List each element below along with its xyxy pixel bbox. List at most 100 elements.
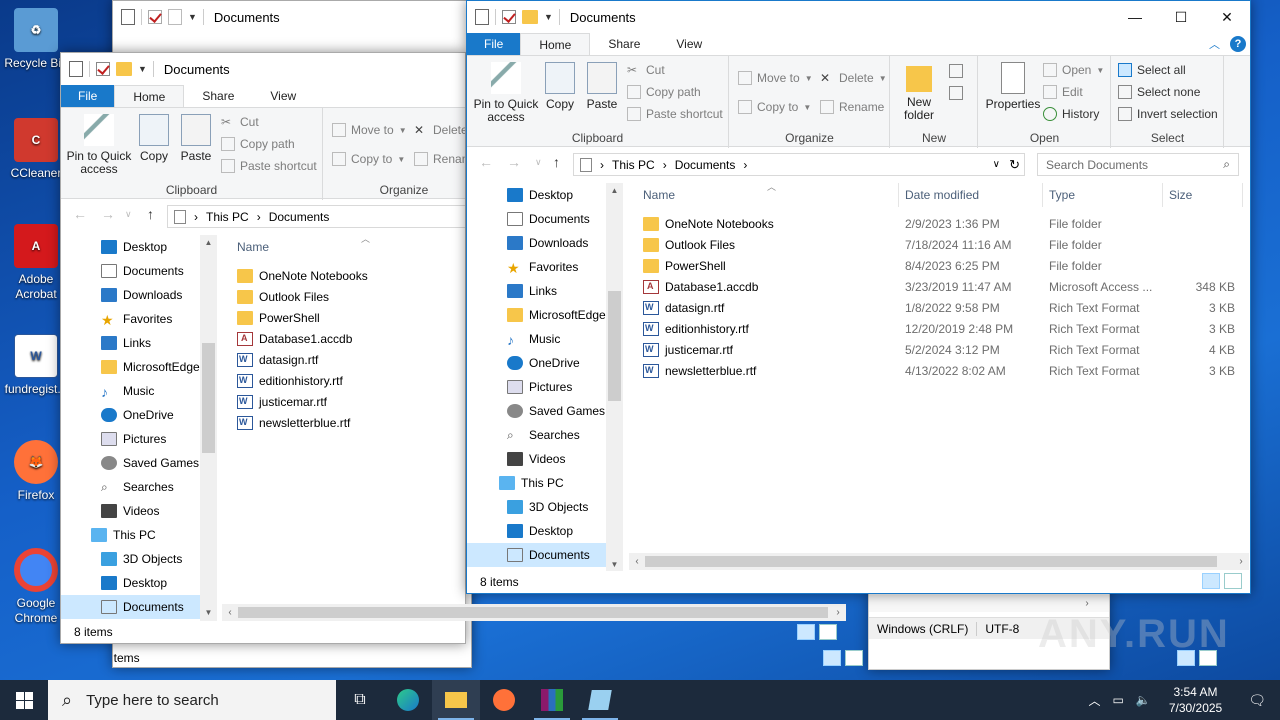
list-item[interactable]: justicemar.rtf — [223, 391, 465, 412]
properties-qa-icon[interactable] — [69, 61, 83, 77]
nav-item-pictures[interactable]: Pictures — [467, 375, 623, 399]
nav-item-onedrive[interactable]: OneDrive — [61, 403, 217, 427]
nav-item-music[interactable]: ♪ Music — [61, 379, 217, 403]
breadcrumb[interactable]: › This PC › Documents › ∨ ↻ — [573, 153, 1025, 176]
copy-path-button[interactable]: Copy path — [627, 85, 701, 99]
nav-item-downloads[interactable]: Downloads — [61, 283, 217, 307]
large-icons-view-button[interactable] — [845, 650, 863, 666]
tab-view[interactable]: View — [658, 33, 720, 55]
table-row[interactable]: Database1.accdb 3/23/2019 11:47 AM Microso… — [629, 276, 1249, 297]
scroll-down-arrow[interactable]: ▼ — [200, 605, 217, 621]
nav-item-documents-pc[interactable]: Documents — [467, 543, 623, 567]
tab-home[interactable]: Home — [520, 33, 591, 55]
nav-item-3d-objects[interactable]: 3D Objects — [61, 547, 217, 571]
forward-arrow-icon[interactable]: → — [101, 206, 115, 222]
recent-chevron-icon[interactable]: ∨ — [125, 209, 132, 220]
nav-item-videos[interactable]: Videos — [61, 499, 217, 523]
paste-button[interactable]: Paste — [177, 112, 215, 163]
checkmark-qa-icon[interactable] — [502, 10, 516, 24]
cut-button[interactable]: ✂ Cut — [221, 115, 259, 129]
nav-item-documents-pc[interactable]: Documents — [61, 595, 217, 619]
nav-item-desktop-pc[interactable]: Desktop — [61, 571, 217, 595]
nav-item-links[interactable]: Links — [61, 331, 217, 355]
taskbar-edge[interactable] — [384, 680, 432, 720]
address-dropdown-icon[interactable]: ∨ — [993, 159, 1000, 170]
nav-item-searches[interactable]: ⌕ Searches — [61, 475, 217, 499]
forward-arrow-icon[interactable]: → — [507, 154, 521, 170]
tab-share[interactable]: Share — [184, 85, 252, 107]
start-button[interactable] — [0, 680, 48, 720]
new-item-icon[interactable] — [949, 64, 963, 78]
nav-item-downloads[interactable]: Downloads — [467, 231, 623, 255]
column-header-name[interactable]: Name ︿ — [231, 235, 465, 259]
taskbar-search-input[interactable]: ⌕ Type here to search — [48, 680, 336, 720]
table-row[interactable]: editionhistory.rtf 12/20/2019 2:48 PM Rich… — [629, 318, 1249, 339]
copy-to-button[interactable]: Copy to ▼ — [738, 100, 811, 114]
scroll-left-arrow[interactable]: ‹ — [222, 604, 238, 621]
tab-view[interactable]: View — [252, 85, 314, 107]
collapse-ribbon-icon[interactable]: ︿ — [1209, 36, 1220, 52]
nav-item-microsoftedge[interactable]: MicrosoftEdge — [61, 355, 217, 379]
column-header-size[interactable]: Size — [1163, 183, 1243, 207]
nav-vertical-scrollbar[interactable]: ▲ ▼ — [200, 235, 217, 621]
nav-item-favorites[interactable]: ★ Favorites — [61, 307, 217, 331]
breadcrumb[interactable]: › This PC › Documents — [167, 205, 465, 228]
folder-qa-icon[interactable] — [522, 10, 538, 24]
maximize-button[interactable]: ☐ — [1158, 1, 1204, 33]
nav-item-desktop-pc[interactable]: Desktop — [467, 519, 623, 543]
move-to-button[interactable]: Move to ▼ — [332, 123, 407, 137]
scroll-left-arrow[interactable]: ‹ — [629, 553, 645, 570]
chevron-down-icon[interactable]: ▼ — [544, 12, 553, 22]
nav-item-this-pc[interactable]: This PC — [467, 471, 623, 495]
table-row[interactable]: datasign.rtf 1/8/2022 9:58 PM Rich Text Fo… — [629, 297, 1249, 318]
breadcrumb-this-pc[interactable]: This PC — [612, 158, 655, 172]
pin-to-quick-access-button[interactable]: Pin to Quick access — [471, 60, 541, 124]
taskbar-winrar[interactable] — [528, 680, 576, 720]
taskbar-file-explorer[interactable] — [432, 680, 480, 720]
show-hidden-icons-chevron-icon[interactable]: ︿ — [1083, 692, 1107, 709]
nav-item-documents[interactable]: Documents — [61, 259, 217, 283]
nav-item-microsoftedge[interactable]: MicrosoftEdge — [467, 303, 623, 327]
nav-item-3d-objects[interactable]: 3D Objects — [467, 495, 623, 519]
large-icons-view-button[interactable] — [819, 624, 837, 640]
scrollbar-thumb[interactable] — [645, 556, 1217, 567]
breadcrumb-documents[interactable]: Documents — [269, 210, 330, 224]
tab-home[interactable]: Home — [114, 85, 185, 107]
copy-button[interactable]: Copy — [543, 60, 577, 111]
large-icons-view-button[interactable] — [1224, 573, 1242, 589]
list-item[interactable]: editionhistory.rtf — [223, 370, 465, 391]
file-list-horizontal-scrollbar[interactable]: ‹ › — [222, 604, 846, 621]
scroll-up-arrow[interactable]: ▲ — [200, 235, 217, 251]
taskbar-firefox[interactable] — [480, 680, 528, 720]
tab-file[interactable]: File — [61, 85, 115, 107]
open-button[interactable]: Open ▼ — [1043, 63, 1104, 77]
taskbar-notepad[interactable] — [576, 680, 624, 720]
scrollbar-thumb[interactable] — [608, 291, 621, 401]
table-row[interactable]: justicemar.rtf 5/2/2024 3:12 PM Rich Text … — [629, 339, 1249, 360]
back-arrow-icon[interactable]: ← — [479, 154, 493, 170]
checkmark-qa-icon[interactable] — [96, 62, 110, 76]
details-view-button[interactable] — [823, 650, 841, 666]
clock[interactable]: 3:54 AM 7/30/2025 — [1157, 684, 1234, 716]
move-to-button[interactable]: Move to ▼ — [738, 71, 813, 85]
chevron-down-icon[interactable]: ▼ — [138, 64, 147, 74]
checkmark-qa-icon[interactable] — [148, 10, 162, 24]
nav-item-onedrive[interactable]: OneDrive — [467, 351, 623, 375]
chevron-down-icon[interactable]: ▼ — [188, 12, 197, 22]
scroll-right-arrow[interactable]: › — [830, 604, 846, 621]
notifications-icon[interactable]: 🗨 — [1234, 692, 1280, 709]
nav-item-documents[interactable]: Documents — [467, 207, 623, 231]
up-arrow-icon[interactable]: ↑ — [553, 154, 560, 170]
copy-path-button[interactable]: Copy path — [221, 137, 295, 151]
paste-shortcut-button[interactable]: Paste shortcut — [627, 107, 723, 121]
properties-qa-icon[interactable] — [121, 9, 135, 25]
column-header-date-modified[interactable]: Date modified — [899, 183, 1043, 207]
list-item[interactable]: datasign.rtf — [223, 349, 465, 370]
help-icon[interactable]: ? — [1230, 36, 1246, 52]
nav-item-favorites[interactable]: ★ Favorites — [467, 255, 623, 279]
nav-vertical-scrollbar[interactable]: ▲ ▼ — [606, 183, 623, 573]
table-row[interactable]: newsletterblue.rtf 4/13/2022 8:02 AM Rich … — [629, 360, 1249, 381]
nav-item-videos[interactable]: Videos — [467, 447, 623, 471]
list-item[interactable]: Database1.accdb — [223, 328, 465, 349]
table-row[interactable]: PowerShell 8/4/2023 6:25 PM File folder — [629, 255, 1249, 276]
